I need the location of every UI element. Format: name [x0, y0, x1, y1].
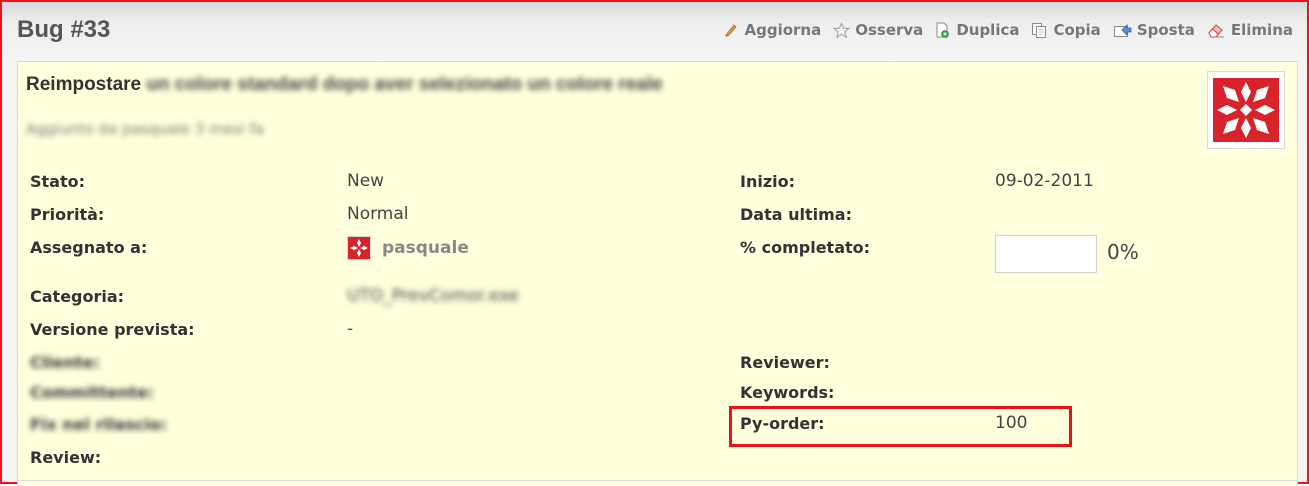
done-ratio-progress-bar: [995, 235, 1097, 273]
copy-icon: [1031, 22, 1048, 39]
issue-window: Bug #33 Aggiorna Osserva Duplica Copia S…: [0, 0, 1309, 486]
customer-label: Cliente:: [30, 353, 100, 372]
eraser-icon: [1207, 22, 1226, 39]
watch-button[interactable]: Osserva: [833, 21, 923, 39]
start-date-value: 09-02-2011: [995, 171, 1094, 191]
move-button-label: Sposta: [1136, 21, 1195, 39]
duplicate-button-label: Duplica: [956, 21, 1020, 39]
status-value: New: [347, 171, 385, 191]
move-button[interactable]: Sposta: [1113, 21, 1195, 39]
star-icon: [833, 21, 851, 39]
panel-divider: [18, 480, 1297, 481]
update-button[interactable]: Aggiorna: [723, 21, 821, 39]
category-label: Categoria:: [30, 287, 125, 306]
status-label: Stato:: [30, 172, 86, 191]
review-label: Review:: [30, 448, 102, 467]
issue-toolbar: Aggiorna Osserva Duplica Copia Sposta El…: [711, 21, 1293, 39]
update-button-label: Aggiorna: [744, 21, 822, 39]
target-version-label: Versione prevista:: [30, 320, 195, 339]
page-title: Bug #33: [17, 16, 111, 43]
assignee-link[interactable]: pasquale: [382, 238, 469, 258]
edit-pencil-icon: [723, 22, 739, 38]
duplicate-icon: [935, 22, 951, 39]
copy-button[interactable]: Copia: [1031, 21, 1101, 39]
issue-subject-redacted: un colore standard dopo aver selezionato…: [146, 74, 663, 95]
target-version-value: -: [347, 319, 354, 339]
category-value: UTO_PrevComor.exe: [347, 286, 520, 306]
done-ratio-value: 0%: [1107, 240, 1139, 264]
keywords-label: Keywords:: [740, 383, 835, 402]
author-avatar: [1207, 71, 1285, 149]
issue-author-line: Aggiunto da pasquale 3 mesi fa: [26, 120, 265, 138]
priority-label: Priorità:: [30, 205, 105, 224]
issue-subject: Reimpostare un colore standard dopo aver…: [26, 74, 663, 96]
delete-button[interactable]: Elimina: [1207, 21, 1293, 39]
fix-release-label: Fix nel rilascio:: [30, 415, 168, 434]
issue-details-panel: Reimpostare un colore standard dopo aver…: [17, 61, 1298, 486]
copy-button-label: Copia: [1053, 21, 1101, 39]
duplicate-button[interactable]: Duplica: [935, 21, 1019, 39]
done-ratio-label: % completato:: [740, 238, 871, 257]
assignee-label: Assegnato a:: [30, 238, 148, 257]
assignee-value: pasquale: [347, 236, 469, 260]
assignee-avatar: [347, 236, 371, 260]
delete-button-label: Elimina: [1230, 21, 1293, 39]
priority-value: Normal: [347, 204, 409, 224]
due-date-label: Data ultima:: [740, 205, 852, 224]
issue-subject-start: Reimpostare: [26, 74, 142, 95]
start-date-label: Inizio:: [740, 172, 796, 191]
client-label: Committente:: [30, 383, 154, 402]
reviewer-label: Reviewer:: [740, 353, 830, 372]
py-order-highlight-box: [729, 406, 1072, 447]
watch-button-label: Osserva: [855, 21, 924, 39]
move-icon: [1113, 22, 1132, 39]
